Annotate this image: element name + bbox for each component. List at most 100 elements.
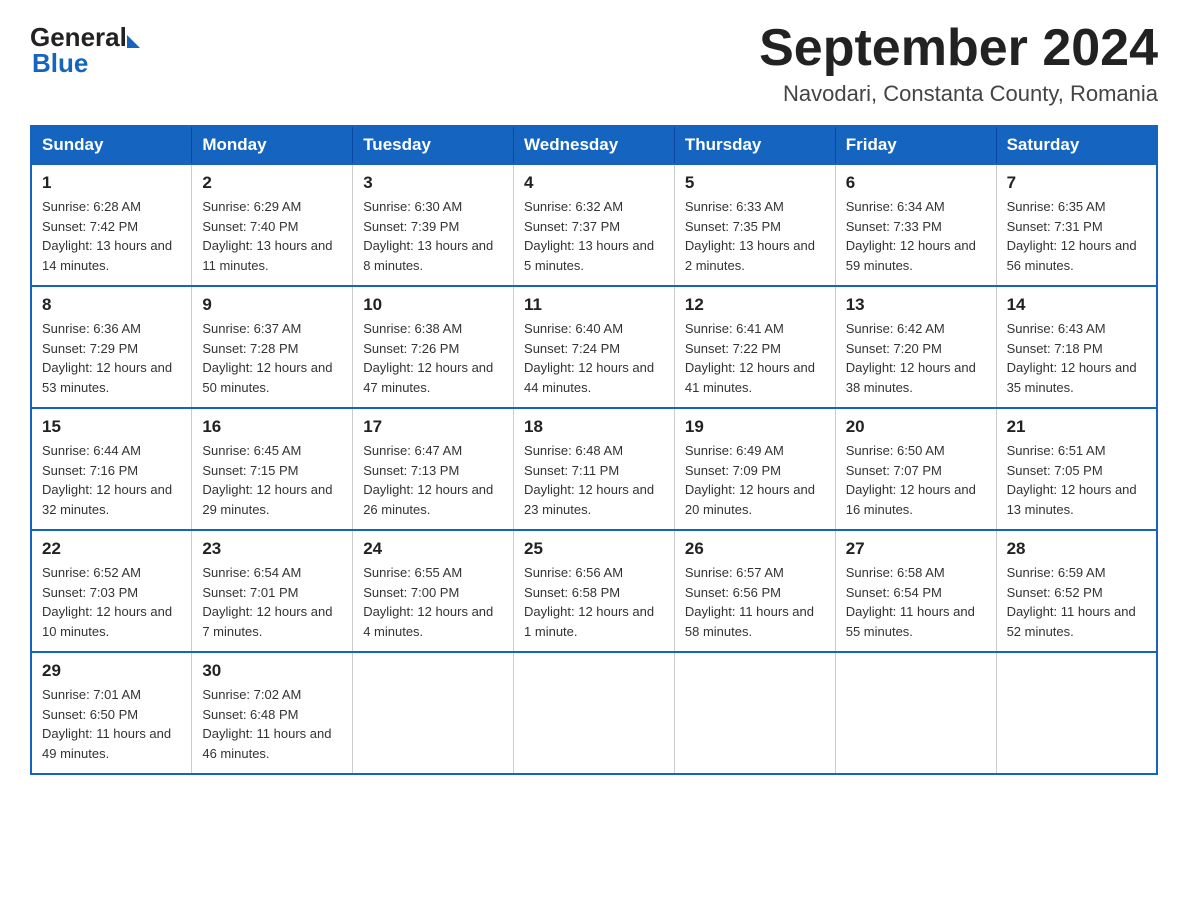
day-info: Sunrise: 6:36 AM Sunset: 7:29 PM Dayligh…: [42, 319, 181, 397]
day-number: 6: [846, 173, 986, 193]
day-number: 22: [42, 539, 181, 559]
day-info: Sunrise: 6:54 AM Sunset: 7:01 PM Dayligh…: [202, 563, 342, 641]
day-number: 21: [1007, 417, 1146, 437]
day-number: 18: [524, 417, 664, 437]
calendar-cell: 13 Sunrise: 6:42 AM Sunset: 7:20 PM Dayli…: [835, 286, 996, 408]
day-info: Sunrise: 6:34 AM Sunset: 7:33 PM Dayligh…: [846, 197, 986, 275]
calendar-cell: 25Sunrise: 6:56 AM Sunset: 6:58 PM Dayli…: [514, 530, 675, 652]
day-info: Sunrise: 6:37 AM Sunset: 7:28 PM Dayligh…: [202, 319, 342, 397]
calendar-cell: 5 Sunrise: 6:33 AM Sunset: 7:35 PM Daylig…: [674, 164, 835, 286]
calendar-cell: 9 Sunrise: 6:37 AM Sunset: 7:28 PM Daylig…: [192, 286, 353, 408]
day-number: 15: [42, 417, 181, 437]
calendar-cell: 10Sunrise: 6:38 AM Sunset: 7:26 PM Dayli…: [353, 286, 514, 408]
calendar-title: September 2024: [759, 20, 1158, 77]
day-header-monday: Monday: [192, 126, 353, 164]
logo-general-text: General: [30, 24, 127, 50]
day-info: Sunrise: 6:59 AM Sunset: 6:52 PM Dayligh…: [1007, 563, 1146, 641]
day-number: 11: [524, 295, 664, 315]
day-info: Sunrise: 6:51 AM Sunset: 7:05 PM Dayligh…: [1007, 441, 1146, 519]
day-info: Sunrise: 6:45 AM Sunset: 7:15 PM Dayligh…: [202, 441, 342, 519]
calendar-cell: [674, 652, 835, 774]
calendar-cell: 8 Sunrise: 6:36 AM Sunset: 7:29 PM Daylig…: [31, 286, 192, 408]
day-number: 13: [846, 295, 986, 315]
calendar-cell: 3 Sunrise: 6:30 AM Sunset: 7:39 PM Daylig…: [353, 164, 514, 286]
day-number: 3: [363, 173, 503, 193]
day-number: 8: [42, 295, 181, 315]
day-info: Sunrise: 6:40 AM Sunset: 7:24 PM Dayligh…: [524, 319, 664, 397]
calendar-cell: 20 Sunrise: 6:50 AM Sunset: 7:07 PM Dayli…: [835, 408, 996, 530]
calendar-cell: [835, 652, 996, 774]
day-info: Sunrise: 6:38 AM Sunset: 7:26 PM Dayligh…: [363, 319, 503, 397]
calendar-cell: 1 Sunrise: 6:28 AM Sunset: 7:42 PM Daylig…: [31, 164, 192, 286]
day-info: Sunrise: 6:32 AM Sunset: 7:37 PM Dayligh…: [524, 197, 664, 275]
calendar-cell: 11 Sunrise: 6:40 AM Sunset: 7:24 PM Dayli…: [514, 286, 675, 408]
calendar-cell: 4 Sunrise: 6:32 AM Sunset: 7:37 PM Daylig…: [514, 164, 675, 286]
day-header-tuesday: Tuesday: [353, 126, 514, 164]
calendar-cell: 22 Sunrise: 6:52 AM Sunset: 7:03 PM Dayli…: [31, 530, 192, 652]
day-number: 30: [202, 661, 342, 681]
day-info: Sunrise: 6:41 AM Sunset: 7:22 PM Dayligh…: [685, 319, 825, 397]
calendar-cell: 12 Sunrise: 6:41 AM Sunset: 7:22 PM Dayli…: [674, 286, 835, 408]
day-number: 19: [685, 417, 825, 437]
calendar-cell: 23 Sunrise: 6:54 AM Sunset: 7:01 PM Dayli…: [192, 530, 353, 652]
calendar-cell: 7 Sunrise: 6:35 AM Sunset: 7:31 PM Daylig…: [996, 164, 1157, 286]
calendar-cell: 30 Sunrise: 7:02 AM Sunset: 6:48 PM Dayli…: [192, 652, 353, 774]
calendar-week-4: 22 Sunrise: 6:52 AM Sunset: 7:03 PM Dayli…: [31, 530, 1157, 652]
day-header-thursday: Thursday: [674, 126, 835, 164]
calendar-cell: 15 Sunrise: 6:44 AM Sunset: 7:16 PM Dayli…: [31, 408, 192, 530]
day-info: Sunrise: 6:35 AM Sunset: 7:31 PM Dayligh…: [1007, 197, 1146, 275]
day-header-friday: Friday: [835, 126, 996, 164]
day-number: 23: [202, 539, 342, 559]
calendar-cell: 2Sunrise: 6:29 AM Sunset: 7:40 PM Daylig…: [192, 164, 353, 286]
day-header-sunday: Sunday: [31, 126, 192, 164]
day-info: Sunrise: 6:42 AM Sunset: 7:20 PM Dayligh…: [846, 319, 986, 397]
day-info: Sunrise: 7:01 AM Sunset: 6:50 PM Dayligh…: [42, 685, 181, 763]
calendar-cell: 26 Sunrise: 6:57 AM Sunset: 6:56 PM Dayli…: [674, 530, 835, 652]
day-number: 1: [42, 173, 181, 193]
day-number: 25: [524, 539, 664, 559]
calendar-cell: 29 Sunrise: 7:01 AM Sunset: 6:50 PM Dayli…: [31, 652, 192, 774]
day-info: Sunrise: 6:50 AM Sunset: 7:07 PM Dayligh…: [846, 441, 986, 519]
title-area: September 2024 Navodari, Constanta Count…: [759, 20, 1158, 107]
calendar-cell: 28 Sunrise: 6:59 AM Sunset: 6:52 PM Dayli…: [996, 530, 1157, 652]
calendar-table: SundayMondayTuesdayWednesdayThursdayFrid…: [30, 125, 1158, 775]
day-number: 29: [42, 661, 181, 681]
calendar-cell: 21 Sunrise: 6:51 AM Sunset: 7:05 PM Dayli…: [996, 408, 1157, 530]
calendar-header-row: SundayMondayTuesdayWednesdayThursdayFrid…: [31, 126, 1157, 164]
calendar-cell: 6 Sunrise: 6:34 AM Sunset: 7:33 PM Daylig…: [835, 164, 996, 286]
calendar-cell: 19 Sunrise: 6:49 AM Sunset: 7:09 PM Dayli…: [674, 408, 835, 530]
day-number: 12: [685, 295, 825, 315]
day-info: Sunrise: 6:49 AM Sunset: 7:09 PM Dayligh…: [685, 441, 825, 519]
day-number: 26: [685, 539, 825, 559]
logo-arrow-icon: [127, 35, 140, 48]
day-info: Sunrise: 6:47 AM Sunset: 7:13 PM Dayligh…: [363, 441, 503, 519]
day-info: Sunrise: 6:44 AM Sunset: 7:16 PM Dayligh…: [42, 441, 181, 519]
day-info: Sunrise: 6:52 AM Sunset: 7:03 PM Dayligh…: [42, 563, 181, 641]
day-number: 4: [524, 173, 664, 193]
day-number: 28: [1007, 539, 1146, 559]
day-info: Sunrise: 6:57 AM Sunset: 6:56 PM Dayligh…: [685, 563, 825, 641]
day-number: 17: [363, 417, 503, 437]
day-info: Sunrise: 6:48 AM Sunset: 7:11 PM Dayligh…: [524, 441, 664, 519]
day-number: 9: [202, 295, 342, 315]
logo-general: General: [30, 24, 140, 50]
day-number: 7: [1007, 173, 1146, 193]
calendar-cell: 27Sunrise: 6:58 AM Sunset: 6:54 PM Dayli…: [835, 530, 996, 652]
day-info: Sunrise: 7:02 AM Sunset: 6:48 PM Dayligh…: [202, 685, 342, 763]
calendar-cell: 16 Sunrise: 6:45 AM Sunset: 7:15 PM Dayli…: [192, 408, 353, 530]
day-header-wednesday: Wednesday: [514, 126, 675, 164]
calendar-subtitle: Navodari, Constanta County, Romania: [759, 81, 1158, 107]
day-info: Sunrise: 6:28 AM Sunset: 7:42 PM Dayligh…: [42, 197, 181, 275]
day-number: 20: [846, 417, 986, 437]
day-header-saturday: Saturday: [996, 126, 1157, 164]
day-number: 16: [202, 417, 342, 437]
day-info: Sunrise: 6:29 AM Sunset: 7:40 PM Dayligh…: [202, 197, 342, 275]
calendar-week-1: 1 Sunrise: 6:28 AM Sunset: 7:42 PM Daylig…: [31, 164, 1157, 286]
day-info: Sunrise: 6:43 AM Sunset: 7:18 PM Dayligh…: [1007, 319, 1146, 397]
calendar-cell: 17 Sunrise: 6:47 AM Sunset: 7:13 PM Dayli…: [353, 408, 514, 530]
day-info: Sunrise: 6:33 AM Sunset: 7:35 PM Dayligh…: [685, 197, 825, 275]
calendar-week-3: 15 Sunrise: 6:44 AM Sunset: 7:16 PM Dayli…: [31, 408, 1157, 530]
calendar-cell: 18 Sunrise: 6:48 AM Sunset: 7:11 PM Dayli…: [514, 408, 675, 530]
day-number: 5: [685, 173, 825, 193]
day-info: Sunrise: 6:30 AM Sunset: 7:39 PM Dayligh…: [363, 197, 503, 275]
